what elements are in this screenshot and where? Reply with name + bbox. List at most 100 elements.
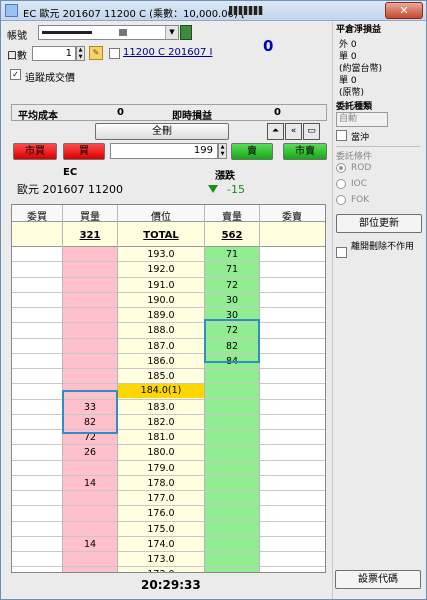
qty-label: 口數 bbox=[7, 51, 27, 62]
ladder-row[interactable]: 188.0 72 bbox=[12, 323, 325, 339]
cancel-all-button[interactable]: 全刪 bbox=[95, 123, 229, 140]
ladder-row[interactable]: 185.0 bbox=[12, 369, 325, 385]
price-cell[interactable]: 180.0 bbox=[118, 447, 204, 458]
bid-qty-cell[interactable]: 14 bbox=[63, 539, 117, 550]
price-cell[interactable]: 178.0 bbox=[118, 478, 204, 489]
order-type-select[interactable]: 自動 bbox=[336, 112, 388, 127]
price-cell[interactable]: 188.0 bbox=[118, 325, 204, 336]
ladder-row[interactable]: 191.0 72 bbox=[12, 278, 325, 293]
fok-radio[interactable] bbox=[336, 195, 346, 205]
chevron-down-icon[interactable]: ▼ bbox=[165, 26, 178, 39]
ladder-header: 委買 買量 價位 賣量 委賣 bbox=[12, 205, 325, 223]
ladder-row[interactable]: 193.0 71 bbox=[12, 247, 325, 263]
ladder-row[interactable]: 14 174.0 bbox=[12, 537, 325, 552]
price-cell[interactable]: 174.0 bbox=[118, 539, 204, 550]
account-book-icon[interactable] bbox=[180, 25, 192, 40]
total-label: TOTAL bbox=[143, 230, 179, 241]
day-trade-checkbox[interactable] bbox=[336, 130, 347, 141]
price-cell[interactable]: 183.0 bbox=[118, 402, 204, 413]
center-icon[interactable]: « bbox=[285, 123, 302, 140]
qty-spinner[interactable]: ▲ ▼ bbox=[76, 46, 85, 61]
stock-code-button[interactable]: 設票代碼 bbox=[335, 570, 421, 589]
price-cell[interactable]: 175.0 bbox=[118, 524, 204, 535]
ladder-row[interactable]: 26 180.0 bbox=[12, 445, 325, 461]
qty-input[interactable]: 1 bbox=[32, 46, 76, 61]
ladder-row[interactable]: 192.0 71 bbox=[12, 262, 325, 278]
price-cell[interactable]: 192.0 bbox=[118, 264, 204, 275]
sell-button[interactable]: 賣 bbox=[231, 143, 273, 160]
ladder-row[interactable]: 172.0 bbox=[12, 567, 325, 572]
price-cell[interactable]: 184.0(1) bbox=[118, 384, 204, 399]
ladder-row[interactable]: 186.0 84 bbox=[12, 354, 325, 369]
title-redacted bbox=[229, 6, 263, 15]
position-summary: 平均成本 0 即時損益 0 bbox=[11, 104, 327, 122]
ladder-total-row: 321 TOTAL 562 bbox=[12, 222, 325, 247]
ladder-row[interactable]: 72 181.0 bbox=[12, 430, 325, 446]
divider bbox=[336, 146, 420, 147]
price-cell[interactable]: 173.0 bbox=[118, 554, 204, 565]
market-sell-button[interactable]: 市賣 bbox=[283, 143, 327, 160]
ladder-row[interactable]: 82 182.0 bbox=[12, 415, 325, 430]
close-button[interactable]: ✕ bbox=[385, 2, 423, 19]
bid-qty-cell[interactable]: 14 bbox=[63, 478, 117, 489]
ladder-row[interactable]: 189.0 30 bbox=[12, 308, 325, 324]
price-cell[interactable]: 189.0 bbox=[118, 310, 204, 321]
price-cell[interactable]: 179.0 bbox=[118, 463, 204, 474]
ladder-row[interactable]: 33 183.0 bbox=[12, 400, 325, 415]
track-price-checkbox[interactable]: ✓ bbox=[10, 69, 21, 80]
price-cell[interactable]: 187.0 bbox=[118, 341, 204, 352]
ask-qty-cell[interactable]: 72 bbox=[205, 280, 259, 291]
rod-radio[interactable] bbox=[336, 163, 346, 173]
price-cell[interactable]: 191.0 bbox=[118, 280, 204, 291]
contract-checkbox[interactable] bbox=[109, 48, 120, 59]
price-cell[interactable]: 176.0 bbox=[118, 508, 204, 519]
account-label: 帳號 bbox=[7, 31, 27, 42]
scroll-top-icon[interactable]: ⏶ bbox=[267, 123, 284, 140]
col-divider bbox=[117, 205, 118, 572]
ladder-row[interactable]: 184.0(1) bbox=[12, 384, 325, 400]
total-ask-qty: 562 bbox=[221, 230, 243, 241]
price-cell[interactable]: 193.0 bbox=[118, 249, 204, 260]
condition-title: 委託條件 bbox=[336, 152, 373, 162]
realtime-pl-value: 0 bbox=[274, 107, 281, 118]
contract-link[interactable]: 11200 C 201607 I bbox=[123, 47, 212, 58]
col-divider bbox=[204, 205, 205, 572]
order-window: EC 歐元 201607 11200 C (乘數：10,000.00) [ ✕ … bbox=[0, 0, 427, 600]
price-cell[interactable]: 177.0 bbox=[118, 493, 204, 504]
ladder-row[interactable]: 14 178.0 bbox=[12, 476, 325, 491]
ask-qty-cell[interactable]: 30 bbox=[205, 295, 259, 306]
buy-button[interactable]: 買 bbox=[63, 143, 105, 160]
ladder-row[interactable]: 176.0 bbox=[12, 506, 325, 522]
ask-qty-cell[interactable]: 71 bbox=[205, 249, 259, 260]
ladder-row[interactable]: 175.0 bbox=[12, 522, 325, 537]
ask-selection-box bbox=[204, 319, 260, 363]
price-ladder: 委買 買量 價位 賣量 委賣 321 TOTAL 562 193.0 71 192.… bbox=[11, 204, 326, 573]
copy-icon[interactable]: ▭ bbox=[303, 123, 320, 140]
price-cell[interactable]: 190.0 bbox=[118, 295, 204, 306]
change-value: -15 bbox=[227, 183, 245, 196]
price-cell[interactable]: 182.0 bbox=[118, 417, 204, 428]
key-icon[interactable]: ✎ bbox=[89, 46, 103, 60]
ladder-row[interactable]: 173.0 bbox=[12, 552, 325, 568]
header-bid-qty: 買量 bbox=[80, 212, 100, 223]
ladder-row[interactable]: 190.0 30 bbox=[12, 293, 325, 308]
refresh-position-button[interactable]: 部位更新 bbox=[336, 214, 422, 233]
delete-on-exit-checkbox[interactable] bbox=[336, 247, 347, 258]
price-input[interactable]: 199 bbox=[110, 143, 218, 159]
account-select[interactable]: ▼ bbox=[38, 25, 179, 40]
price-spinner[interactable]: ▲ ▼ bbox=[218, 143, 227, 159]
ask-qty-cell[interactable]: 71 bbox=[205, 264, 259, 275]
price-cell[interactable]: 185.0 bbox=[118, 371, 204, 382]
ladder-row[interactable]: 187.0 82 bbox=[12, 339, 325, 354]
market-buy-button[interactable]: 市買 bbox=[13, 143, 57, 160]
ioc-radio[interactable] bbox=[336, 179, 346, 189]
ladder-row[interactable]: 177.0 bbox=[12, 491, 325, 507]
window-title: EC 歐元 201607 11200 C (乘數：10,000.00) [ bbox=[23, 9, 245, 20]
price-cell[interactable]: 186.0 bbox=[118, 356, 204, 367]
bid-qty-cell[interactable]: 26 bbox=[63, 447, 117, 458]
header-ask-qty: 賣量 bbox=[222, 212, 242, 223]
ladder-row[interactable]: 179.0 bbox=[12, 461, 325, 476]
price-cell[interactable]: 181.0 bbox=[118, 432, 204, 443]
day-trade-label: 當沖 bbox=[351, 133, 370, 143]
price-cell[interactable]: 172.0 bbox=[118, 569, 204, 572]
